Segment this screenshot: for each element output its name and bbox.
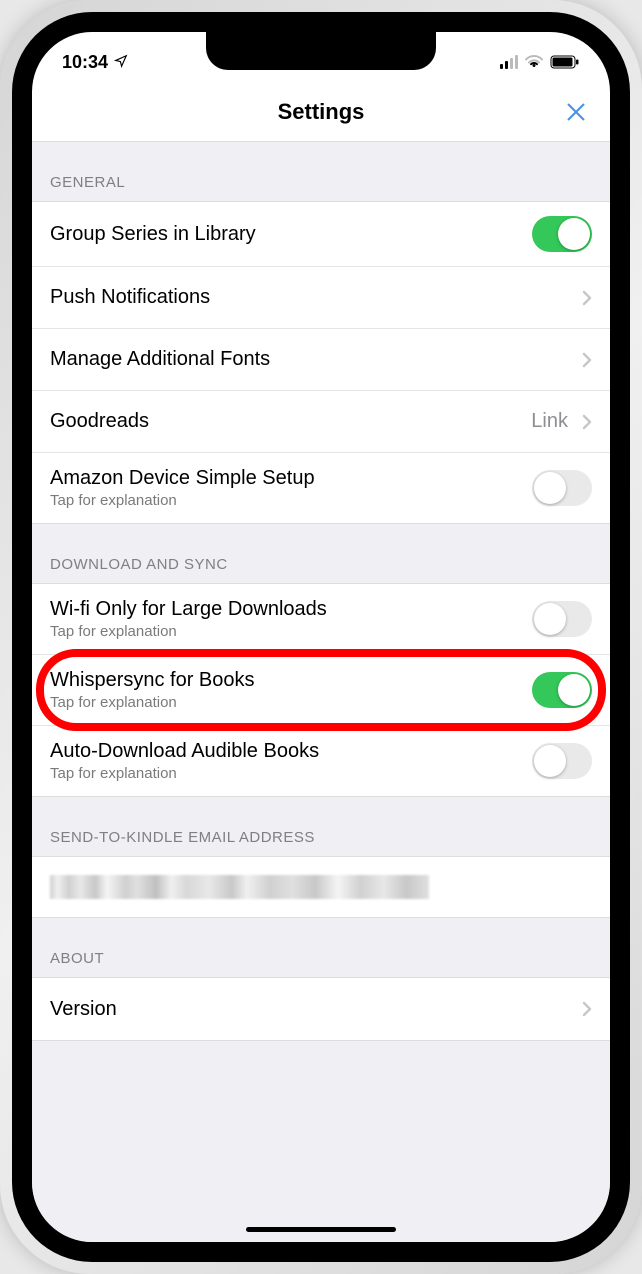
chevron-right-icon: [582, 290, 592, 306]
row-title: Whispersync for Books: [50, 669, 532, 692]
row-title: Version: [50, 998, 574, 1021]
row-version[interactable]: Version: [32, 978, 610, 1040]
row-group-series[interactable]: Group Series in Library: [32, 202, 610, 267]
row-subtitle: Tap for explanation: [50, 694, 532, 711]
close-icon: [564, 100, 588, 124]
screen: 10:34: [32, 32, 610, 1242]
redacted-email: [50, 875, 429, 899]
home-indicator[interactable]: [246, 1227, 396, 1232]
nav-header: Settings: [32, 82, 610, 142]
close-button[interactable]: [564, 100, 588, 124]
cellular-icon: [500, 55, 519, 69]
toggle-wifi-only[interactable]: [532, 601, 592, 637]
settings-content[interactable]: GENERAL Group Series in Library Push Not…: [32, 142, 610, 1242]
device-bezel: 10:34: [12, 12, 630, 1262]
row-value: Link: [531, 410, 568, 433]
toggle-auto-audible[interactable]: [532, 743, 592, 779]
row-push-notifications[interactable]: Push Notifications: [32, 267, 610, 329]
chevron-right-icon: [582, 352, 592, 368]
row-title: Goodreads: [50, 410, 531, 433]
chevron-right-icon: [582, 1001, 592, 1017]
row-wifi-only[interactable]: Wi-fi Only for Large Downloads Tap for e…: [32, 584, 610, 655]
list-send-to-kindle: [32, 856, 610, 918]
status-right: [500, 55, 581, 69]
section-header-about: ABOUT: [32, 918, 610, 977]
location-arrow-icon: [114, 52, 128, 73]
toggle-simple-setup[interactable]: [532, 470, 592, 506]
row-auto-audible[interactable]: Auto-Download Audible Books Tap for expl…: [32, 726, 610, 796]
row-goodreads[interactable]: Goodreads Link: [32, 391, 610, 453]
toggle-group-series[interactable]: [532, 216, 592, 252]
row-manage-fonts[interactable]: Manage Additional Fonts: [32, 329, 610, 391]
row-subtitle: Tap for explanation: [50, 765, 532, 782]
row-title: Manage Additional Fonts: [50, 348, 574, 371]
row-subtitle: Tap for explanation: [50, 623, 532, 640]
row-title: Group Series in Library: [50, 223, 532, 246]
notch: [206, 32, 436, 70]
section-header-general: GENERAL: [32, 142, 610, 201]
status-time: 10:34: [62, 52, 108, 73]
list-download-sync: Wi-fi Only for Large Downloads Tap for e…: [32, 583, 610, 797]
list-about: Version: [32, 977, 610, 1041]
row-simple-setup[interactable]: Amazon Device Simple Setup Tap for expla…: [32, 453, 610, 523]
row-title: Auto-Download Audible Books: [50, 740, 532, 763]
row-title: Amazon Device Simple Setup: [50, 467, 532, 490]
section-header-send-to-kindle: SEND-TO-KINDLE EMAIL ADDRESS: [32, 797, 610, 856]
toggle-whispersync[interactable]: [532, 672, 592, 708]
battery-icon: [550, 55, 580, 69]
chevron-right-icon: [582, 414, 592, 430]
row-title: Push Notifications: [50, 286, 574, 309]
section-header-download-sync: DOWNLOAD AND SYNC: [32, 524, 610, 583]
status-left: 10:34: [62, 52, 128, 73]
row-title: Wi-fi Only for Large Downloads: [50, 598, 532, 621]
row-kindle-email[interactable]: [32, 857, 610, 917]
wifi-icon: [524, 55, 544, 69]
row-whispersync[interactable]: Whispersync for Books Tap for explanatio…: [32, 655, 610, 726]
list-general: Group Series in Library Push Notificatio…: [32, 201, 610, 524]
row-subtitle: Tap for explanation: [50, 492, 532, 509]
page-title: Settings: [278, 99, 365, 125]
device-frame: 10:34: [0, 0, 642, 1274]
